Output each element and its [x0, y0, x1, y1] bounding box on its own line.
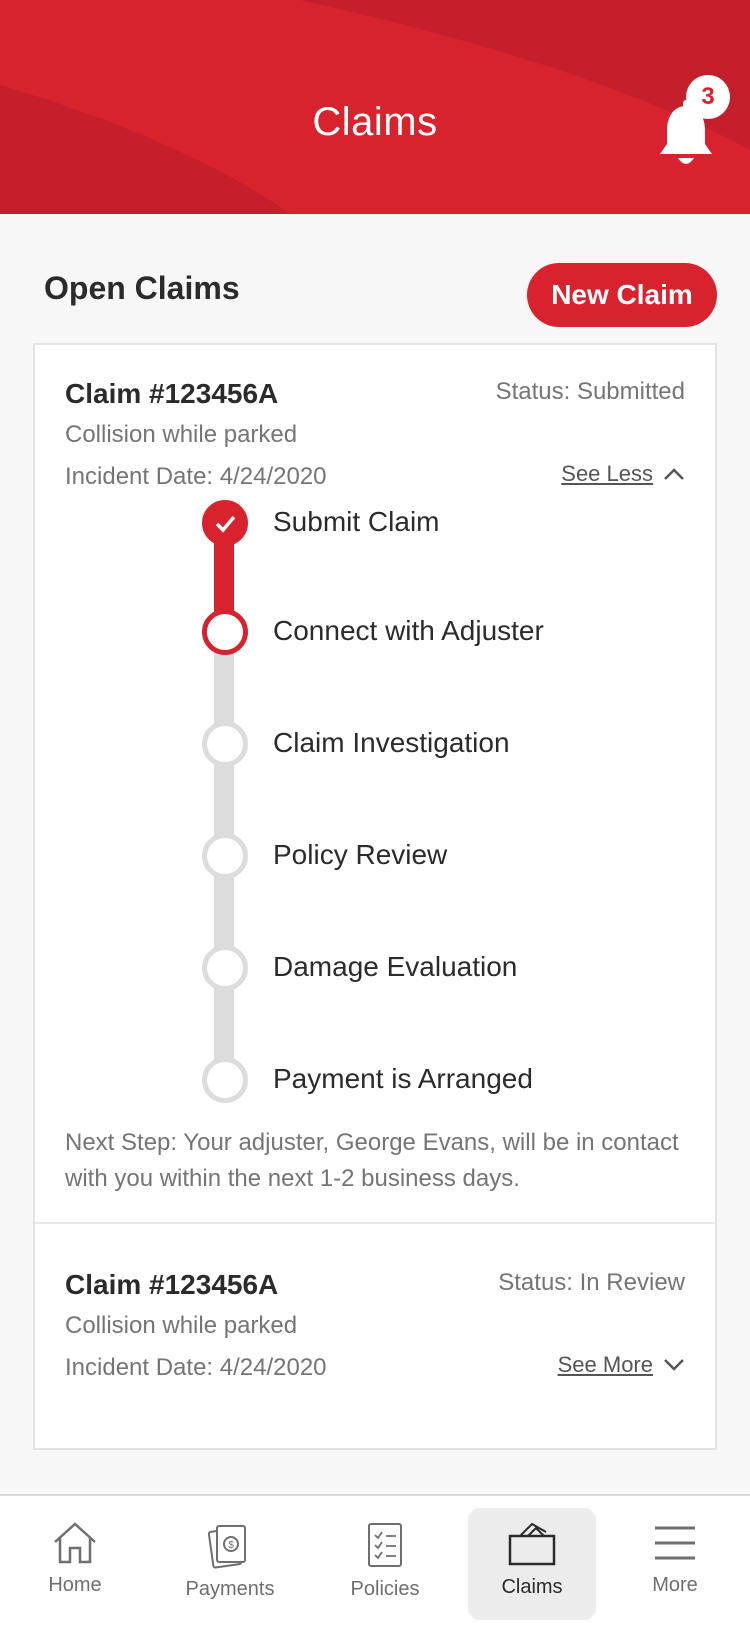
claim-item: Claim #123456A Status: Submitted Collisi…	[35, 345, 715, 1265]
nav-label: Claims	[501, 1576, 563, 1598]
home-icon	[54, 1522, 96, 1564]
chevron-up-icon	[664, 468, 684, 480]
next-step-text: Next Step: Your adjuster, George Evans, …	[65, 1129, 679, 1192]
claim-number: Claim #123456A	[65, 378, 279, 409]
new-claim-button[interactable]: New Claim	[527, 263, 717, 327]
nav-label: Payments	[185, 1578, 275, 1600]
step-complete-indicator	[202, 500, 248, 546]
step-policy-review: Policy Review	[35, 833, 715, 883]
bottom-nav: Home $ Payments Policies Claims More	[0, 1494, 750, 1626]
checkmark-icon	[215, 515, 236, 533]
step-payment-arranged: Payment is Arranged	[35, 1057, 715, 1107]
claim-item: Claim #123456A Status: In Review Collisi…	[35, 1224, 715, 1404]
see-less-link[interactable]: See Less	[561, 461, 685, 487]
step-pending-indicator	[202, 721, 248, 767]
claim-description: Collision while parked	[65, 1312, 298, 1339]
step-label: Submit Claim	[273, 506, 440, 537]
step-pending-indicator	[202, 1057, 248, 1103]
claim-number: Claim #123456A	[65, 1269, 279, 1300]
claim-status: Status: In Review	[498, 1269, 685, 1296]
see-more-link[interactable]: See More	[558, 1352, 685, 1378]
chevron-down-icon	[664, 1359, 684, 1371]
nav-payments[interactable]: $ Payments	[165, 1508, 295, 1620]
svg-text:$: $	[228, 1540, 234, 1551]
step-claim-investigation: Claim Investigation	[35, 721, 715, 771]
claims-icon	[508, 1522, 556, 1566]
step-label: Damage Evaluation	[273, 951, 518, 982]
nav-label: Home	[48, 1574, 102, 1596]
step-damage-evaluation: Damage Evaluation	[35, 945, 715, 995]
step-submit-claim: Submit Claim	[35, 500, 715, 550]
policies-icon	[368, 1523, 402, 1567]
nav-label: More	[652, 1574, 698, 1596]
claim-status: Status: Submitted	[495, 378, 685, 405]
nav-policies[interactable]: Policies	[325, 1508, 445, 1620]
step-label: Connect with Adjuster	[273, 615, 544, 646]
nav-home[interactable]: Home	[20, 1508, 130, 1620]
step-label: Payment is Arranged	[273, 1063, 533, 1094]
incident-date: Incident Date: 4/24/2020	[65, 463, 327, 490]
menu-icon	[655, 1526, 695, 1560]
step-label: Claim Investigation	[273, 727, 510, 758]
claims-card: Claim #123456A Status: Submitted Collisi…	[33, 343, 717, 1450]
step-connect-adjuster: Connect with Adjuster	[35, 609, 715, 659]
toggle-label[interactable]: See More	[558, 1352, 653, 1378]
notification-badge[interactable]: 3	[686, 75, 730, 119]
step-pending-indicator	[202, 945, 248, 991]
step-label: Policy Review	[273, 839, 448, 870]
open-claims-heading: Open Claims	[44, 270, 240, 306]
nav-claims[interactable]: Claims	[468, 1508, 596, 1620]
toggle-label[interactable]: See Less	[561, 461, 653, 487]
payments-icon: $	[207, 1525, 246, 1569]
claim-description: Collision while parked	[65, 421, 298, 448]
app-header: Claims 3	[0, 0, 750, 214]
nav-label: Policies	[350, 1578, 420, 1600]
nav-more[interactable]: More	[620, 1508, 730, 1620]
step-current-indicator	[202, 609, 248, 655]
page-title: Claims	[312, 100, 438, 144]
incident-date: Incident Date: 4/24/2020	[65, 1354, 327, 1381]
step-pending-indicator	[202, 833, 248, 879]
